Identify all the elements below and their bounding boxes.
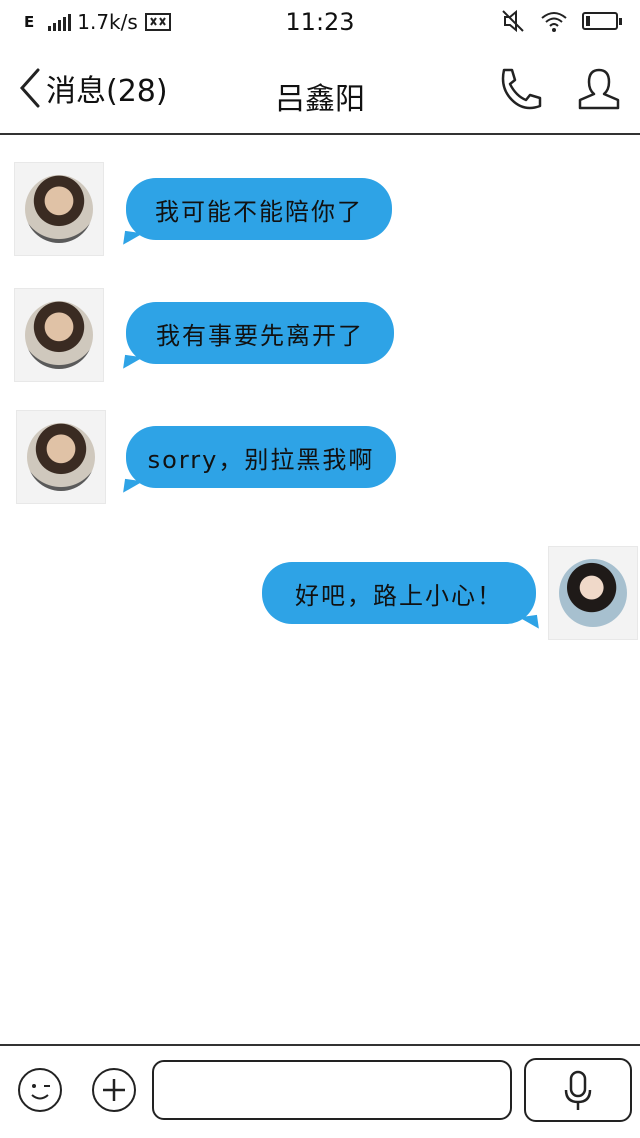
- input-bar: [0, 1046, 640, 1138]
- avatar[interactable]: [548, 546, 638, 640]
- message-bubble[interactable]: 好吧，路上小心！: [262, 562, 536, 624]
- wifi-icon: [541, 12, 567, 32]
- voice-button[interactable]: [524, 1058, 632, 1122]
- profile-icon[interactable]: [574, 64, 624, 114]
- status-right: [500, 8, 622, 34]
- message-bubble[interactable]: sorry，别拉黑我啊: [126, 426, 396, 488]
- add-button[interactable]: [92, 1068, 136, 1112]
- chat-header: 消息(28) 吕鑫阳: [0, 48, 640, 134]
- phone-icon[interactable]: [494, 64, 544, 114]
- battery-icon: [582, 12, 622, 30]
- chat-title: 吕鑫阳: [275, 82, 365, 117]
- header-divider: [0, 133, 640, 135]
- mic-icon: [564, 1070, 592, 1110]
- message-bubble[interactable]: 我可能不能陪你了: [126, 178, 392, 240]
- plus-icon: [103, 1079, 125, 1101]
- emoji-icon: [31, 1084, 50, 1100]
- message-bubble[interactable]: 我有事要先离开了: [126, 302, 394, 364]
- emoji-button[interactable]: [18, 1068, 62, 1112]
- avatar[interactable]: [16, 410, 106, 504]
- message-input[interactable]: [152, 1060, 512, 1120]
- avatar[interactable]: [14, 288, 104, 382]
- mute-icon: [502, 9, 524, 33]
- status-bar: E 1.7k/s 11:23: [0, 0, 640, 48]
- avatar[interactable]: [14, 162, 104, 256]
